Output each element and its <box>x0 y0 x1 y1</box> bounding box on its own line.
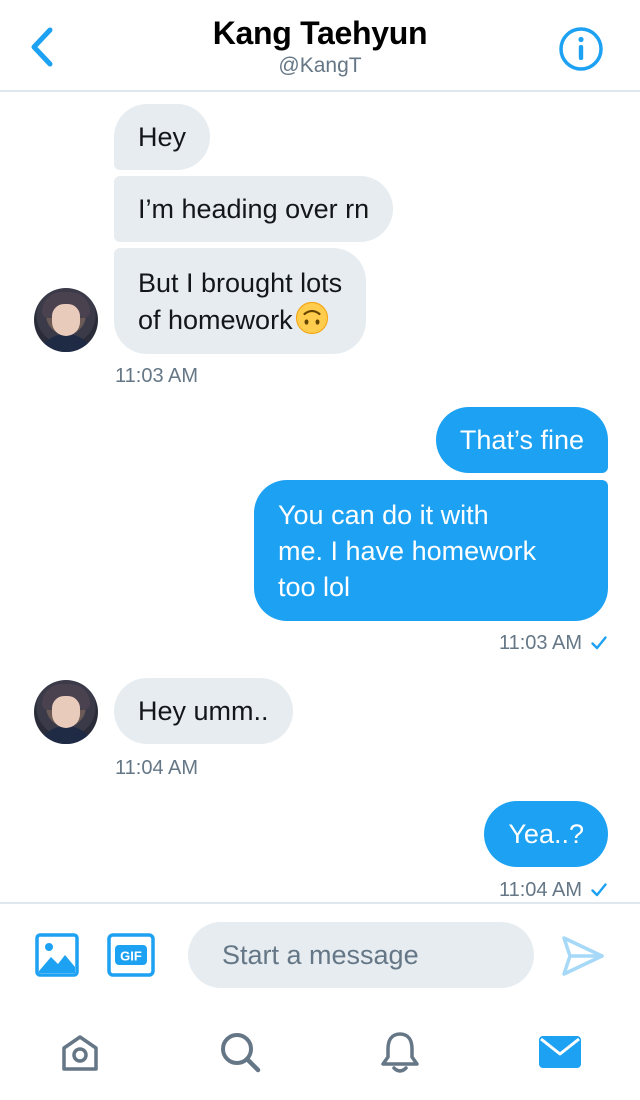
message-input[interactable] <box>188 922 534 988</box>
message-timestamp: 11:03 AM <box>499 631 608 655</box>
image-icon <box>35 933 79 977</box>
info-button[interactable] <box>558 26 604 72</box>
tab-messages[interactable] <box>536 1028 584 1076</box>
contact-avatar[interactable] <box>34 288 98 352</box>
sent-check-icon <box>591 883 607 897</box>
svg-text:GIF: GIF <box>120 949 142 964</box>
message-composer: GIF <box>0 902 640 1002</box>
upside-down-face-emoji-icon <box>295 301 328 335</box>
contact-handle: @KangT <box>278 54 362 77</box>
mail-icon <box>539 1036 581 1068</box>
message-timestamp: 11:03 AM <box>115 365 199 387</box>
message-text: That’s fine <box>459 425 584 455</box>
tab-home[interactable] <box>56 1028 104 1076</box>
bottom-tab-bar <box>0 1002 640 1100</box>
send-icon <box>562 936 604 976</box>
message-timestamp: 11:04 AM <box>499 878 608 902</box>
send-button[interactable] <box>560 934 606 978</box>
home-icon <box>62 1035 98 1071</box>
bell-icon <box>381 1032 419 1073</box>
incoming-message[interactable]: Hey <box>114 104 211 170</box>
contact-name: Kang Taehyun <box>212 15 428 51</box>
contact-avatar[interactable] <box>34 680 98 744</box>
message-text-line: me. I have homework <box>278 536 537 566</box>
message-text-line: too lol <box>278 572 351 602</box>
timestamp-text: 11:03 AM <box>498 632 582 654</box>
message-list[interactable]: Hey I’m heading over rn But I brought lo… <box>0 94 640 902</box>
message-text: Yea..? <box>508 819 584 849</box>
message-text: Hey <box>138 122 187 152</box>
message-timestamp: 11:04 AM <box>115 757 199 779</box>
search-icon <box>221 1033 261 1073</box>
tab-notifications[interactable] <box>376 1028 424 1076</box>
incoming-message[interactable]: But I brought lots of homework <box>114 248 367 354</box>
incoming-message[interactable]: Hey umm.. <box>114 678 293 744</box>
message-text-line: of homework <box>138 305 293 335</box>
sent-check-icon <box>591 636 607 650</box>
outgoing-message[interactable]: That’s fine <box>435 407 608 473</box>
outgoing-message[interactable]: You can do it with me. I have homework t… <box>254 480 608 621</box>
conversation-title-block[interactable]: Kang Taehyun @KangT <box>0 14 640 79</box>
gif-icon: GIF <box>107 933 155 977</box>
message-text-line: You can do it with <box>278 500 489 530</box>
tab-search[interactable] <box>216 1028 264 1076</box>
add-gif-button[interactable]: GIF <box>106 932 156 978</box>
info-icon <box>559 27 603 71</box>
timestamp-text: 11:04 AM <box>498 879 582 901</box>
add-photo-button[interactable] <box>34 932 80 978</box>
incoming-message[interactable]: I’m heading over rn <box>114 176 394 242</box>
conversation-header: Kang Taehyun @KangT <box>0 0 640 92</box>
outgoing-message[interactable]: Yea..? <box>484 801 608 867</box>
message-text: Hey umm.. <box>138 696 269 726</box>
message-text-line: But I brought lots <box>138 268 343 298</box>
message-text: I’m heading over rn <box>138 194 370 224</box>
